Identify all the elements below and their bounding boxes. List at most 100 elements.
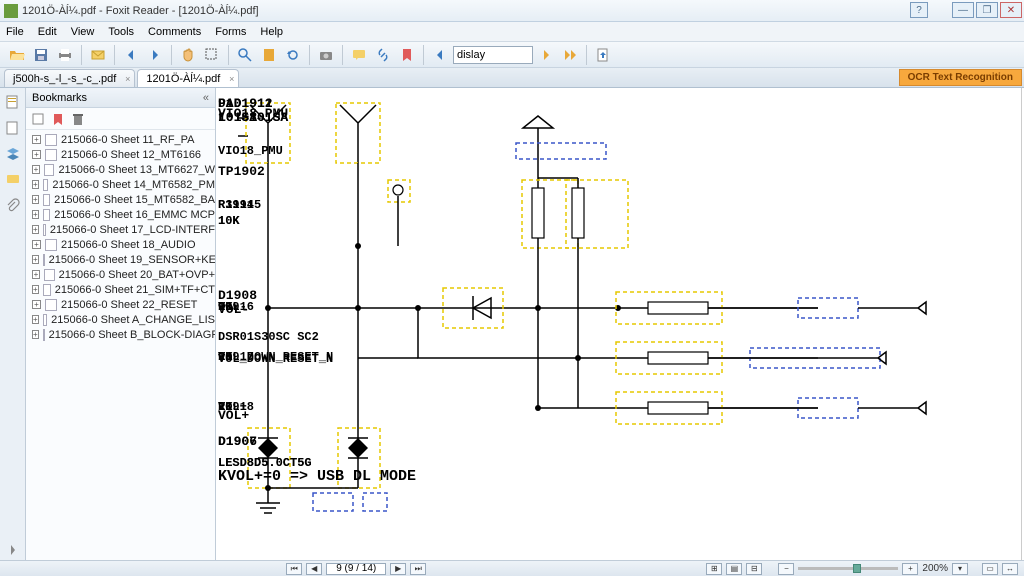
main-area: Bookmarks « +215066-0 Sheet 11_RF_PA +21… [0,88,1024,560]
d-label: D1907 [218,434,257,449]
bookmark-item[interactable]: +215066-0 Sheet 21_SIM+TF+CT [26,282,215,297]
bookmarks-panel-icon[interactable] [3,92,23,112]
collapse-panel-icon[interactable] [3,540,23,560]
bookmark-item[interactable]: +215066-0 Sheet B_BLOCK-DIAGR [26,327,215,342]
layers-panel-icon[interactable] [3,144,23,164]
close-button[interactable]: ✕ [1000,2,1022,18]
zoom-dropdown-icon[interactable]: ▾ [952,563,968,575]
bookmarks-header: Bookmarks « [26,88,215,108]
first-page-button[interactable]: ⏮ [286,563,302,575]
layout-single-icon[interactable]: ⊞ [706,563,722,575]
net-label: VOL- [218,302,249,317]
bookmark-item[interactable]: +215066-0 Sheet 12_MT6166 [26,147,215,162]
page-input[interactable] [326,563,386,575]
email-icon[interactable] [87,44,109,66]
net-label: VOL+ [218,408,249,423]
bookmark-label: 215066-0 Sheet 11_RF_PA [61,134,195,146]
hand-icon[interactable] [177,44,199,66]
delete-bookmark-icon[interactable] [70,111,86,127]
side-toolbar [0,88,26,560]
comments-panel-icon[interactable] [3,170,23,190]
document-tab-2[interactable]: 1201Ö-Àĺ¼.pdf × [137,69,239,87]
page-viewport[interactable]: 910 101SA PAD1911 L015101SA PAD1912 L015… [216,88,1024,560]
zoom-icon[interactable] [234,44,256,66]
fit-width-icon[interactable] [258,44,280,66]
export-icon[interactable] [592,44,614,66]
document-tab-1[interactable]: j500h-s_-l_-s_-c_.pdf × [4,69,135,87]
hide-panel-button[interactable]: « [203,92,209,104]
note-text: KVOL+=0 => USB DL MODE [218,468,416,485]
print-icon[interactable] [54,44,76,66]
bookmarks-panel: Bookmarks « +215066-0 Sheet 11_RF_PA +21… [26,88,216,560]
bookmark-item[interactable]: +215066-0 Sheet 19_SENSOR+KE [26,252,215,267]
bookmark-icon[interactable] [396,44,418,66]
window-controls: — ❐ ✕ [952,2,1022,18]
menu-comments[interactable]: Comments [148,26,201,38]
zoom-in-button[interactable]: + [902,563,918,575]
layout-continuous-icon[interactable]: ▤ [726,563,742,575]
expand-all-icon[interactable] [30,111,46,127]
menu-tools[interactable]: Tools [108,26,134,38]
rotate-icon[interactable] [282,44,304,66]
bookmarks-list: +215066-0 Sheet 11_RF_PA +215066-0 Sheet… [26,130,215,560]
minimize-button[interactable]: — [952,2,974,18]
prev-page-button[interactable]: ◀ [306,563,322,575]
doc-icon [45,134,57,146]
d-part: DSR01S30SC SC2 [218,330,319,344]
find-input[interactable] [453,46,533,64]
menu-forms[interactable]: Forms [215,26,246,38]
tab-label: j500h-s_-l_-s_-c_.pdf [13,73,116,85]
fit-page-icon[interactable]: ▭ [982,563,998,575]
pages-panel-icon[interactable] [3,118,23,138]
close-tab-icon[interactable]: × [125,74,130,84]
bookmark-item[interactable]: +215066-0 Sheet 13_MT6627_W [26,162,215,177]
bookmarks-title: Bookmarks [32,92,87,104]
menu-view[interactable]: View [71,26,95,38]
layout-facing-icon[interactable]: ⊟ [746,563,762,575]
bookmark-item[interactable]: +215066-0 Sheet 22_RESET [26,297,215,312]
snapshot-icon[interactable] [315,44,337,66]
open-icon[interactable] [6,44,28,66]
find-prev-icon[interactable] [429,44,451,66]
restore-button[interactable]: ❐ [976,2,998,18]
bookmark-item[interactable]: +215066-0 Sheet 15_MT6582_BA [26,192,215,207]
menu-help[interactable]: Help [260,26,283,38]
net-label: VOL_DOWN_RESET_N [218,352,333,366]
r-val: 10K [218,214,240,228]
new-bookmark-icon[interactable] [50,111,66,127]
zoom-out-button[interactable]: − [778,563,794,575]
ocr-ad-button[interactable]: OCR Text Recognition [899,69,1022,86]
next-page-button[interactable]: ▶ [390,563,406,575]
menu-bar: File Edit View Tools Comments Forms Help [0,22,1024,42]
bookmark-item[interactable]: +215066-0 Sheet 11_RF_PA [26,132,215,147]
expand-icon[interactable]: + [32,135,41,144]
save-icon[interactable] [30,44,52,66]
prev-view-icon[interactable] [120,44,142,66]
link-icon[interactable] [372,44,394,66]
tp-label: TP1902 [218,164,265,179]
bookmark-item[interactable]: +215066-0 Sheet 17_LCD-INTERF [26,222,215,237]
r-label: R31915 [218,198,261,212]
comment-icon[interactable] [348,44,370,66]
bookmark-item[interactable]: +215066-0 Sheet A_CHANGE_LIS [26,312,215,327]
zoom-value: 200% [922,563,948,574]
bookmark-item[interactable]: +215066-0 Sheet 20_BAT+OVP+ [26,267,215,282]
tab-label: 1201Ö-Àĺ¼.pdf [146,73,220,85]
bookmark-item[interactable]: +215066-0 Sheet 18_AUDIO [26,237,215,252]
close-tab-icon[interactable]: × [229,74,234,84]
net-label: VIO18_PMU [218,144,283,158]
help-button[interactable]: ? [910,2,928,18]
zoom-slider[interactable] [798,567,898,570]
last-page-button[interactable]: ⏭ [410,563,426,575]
menu-file[interactable]: File [6,26,24,38]
bookmark-item[interactable]: +215066-0 Sheet 14_MT6582_PM [26,177,215,192]
menu-edit[interactable]: Edit [38,26,57,38]
next-view-icon[interactable] [144,44,166,66]
bookmark-item[interactable]: +215066-0 Sheet 16_EMMC MCP [26,207,215,222]
status-bar: ⏮ ◀ ▶ ⏭ ⊞ ▤ ⊟ − + 200% ▾ ▭ ↔ [0,560,1024,576]
attachments-panel-icon[interactable] [3,196,23,216]
fit-width-icon[interactable]: ↔ [1002,563,1018,575]
select-icon[interactable] [201,44,223,66]
find-next-icon[interactable] [535,44,557,66]
find-options-icon[interactable] [559,44,581,66]
